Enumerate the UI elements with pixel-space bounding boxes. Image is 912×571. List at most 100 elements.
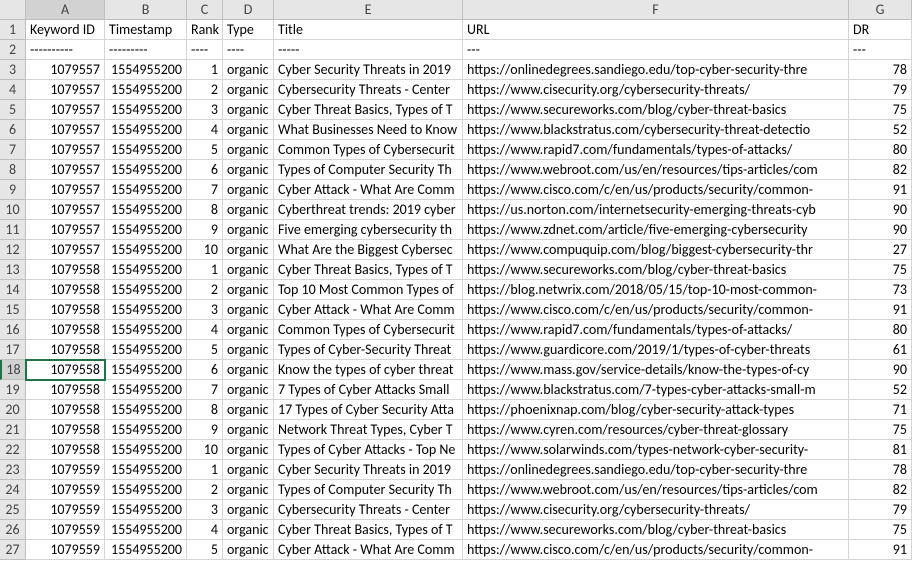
- row-header-20[interactable]: 20: [0, 400, 26, 420]
- cell-E26[interactable]: Cyber Threat Basics, Types of T: [274, 520, 463, 540]
- row-header-23[interactable]: 23: [0, 460, 26, 480]
- cell-C7[interactable]: 5: [187, 140, 223, 160]
- cell-D18[interactable]: organic: [223, 360, 274, 380]
- cell-G2[interactable]: ---: [849, 40, 912, 60]
- cell-F27[interactable]: https://www.cisco.com/c/en/us/products/s…: [463, 540, 849, 560]
- cell-C17[interactable]: 5: [187, 340, 223, 360]
- cell-B17[interactable]: 1554955200: [105, 340, 187, 360]
- cell-D3[interactable]: organic: [223, 60, 274, 80]
- cell-C25[interactable]: 3: [187, 500, 223, 520]
- cell-B9[interactable]: 1554955200: [105, 180, 187, 200]
- cell-G8[interactable]: 82: [849, 160, 912, 180]
- cell-B12[interactable]: 1554955200: [105, 240, 187, 260]
- cell-F14[interactable]: https://blog.netwrix.com/2018/05/15/top-…: [463, 280, 849, 300]
- cell-D23[interactable]: organic: [223, 460, 274, 480]
- col-header-B[interactable]: B: [105, 0, 187, 20]
- cell-A20[interactable]: 1079558: [26, 400, 105, 420]
- row-header-24[interactable]: 24: [0, 480, 26, 500]
- cell-G7[interactable]: 80: [849, 140, 912, 160]
- cell-F23[interactable]: https://onlinedegrees.sandiego.edu/top-c…: [463, 460, 849, 480]
- cell-E7[interactable]: Common Types of Cybersecurit: [274, 140, 463, 160]
- cell-E24[interactable]: Types of Computer Security Th: [274, 480, 463, 500]
- cell-C4[interactable]: 2: [187, 80, 223, 100]
- cell-D8[interactable]: organic: [223, 160, 274, 180]
- cell-A11[interactable]: 1079557: [26, 220, 105, 240]
- cell-D17[interactable]: organic: [223, 340, 274, 360]
- row-header-21[interactable]: 21: [0, 420, 26, 440]
- cell-F10[interactable]: https://us.norton.com/internetsecurity-e…: [463, 200, 849, 220]
- cell-C19[interactable]: 7: [187, 380, 223, 400]
- cell-C15[interactable]: 3: [187, 300, 223, 320]
- cell-E11[interactable]: Five emerging cybersecurity th: [274, 220, 463, 240]
- cell-B24[interactable]: 1554955200: [105, 480, 187, 500]
- col-header-E[interactable]: E: [274, 0, 463, 20]
- cell-D4[interactable]: organic: [223, 80, 274, 100]
- cell-A22[interactable]: 1079558: [26, 440, 105, 460]
- row-header-17[interactable]: 17: [0, 340, 26, 360]
- col-header-C[interactable]: C: [187, 0, 223, 20]
- cell-A3[interactable]: 1079557: [26, 60, 105, 80]
- cell-B2[interactable]: ---------: [105, 40, 187, 60]
- cell-E4[interactable]: Cybersecurity Threats - Center: [274, 80, 463, 100]
- cell-D16[interactable]: organic: [223, 320, 274, 340]
- row-header-13[interactable]: 13: [0, 260, 26, 280]
- cell-A4[interactable]: 1079557: [26, 80, 105, 100]
- cell-A15[interactable]: 1079558: [26, 300, 105, 320]
- cell-E21[interactable]: Network Threat Types, Cyber T: [274, 420, 463, 440]
- cell-C23[interactable]: 1: [187, 460, 223, 480]
- cell-G4[interactable]: 79: [849, 80, 912, 100]
- cell-F25[interactable]: https://www.cisecurity.org/cybersecurity…: [463, 500, 849, 520]
- cell-C1[interactable]: Rank: [187, 20, 223, 40]
- cell-B13[interactable]: 1554955200: [105, 260, 187, 280]
- cell-F2[interactable]: ---: [463, 40, 849, 60]
- cell-A6[interactable]: 1079557: [26, 120, 105, 140]
- cell-F11[interactable]: https://www.zdnet.com/article/five-emerg…: [463, 220, 849, 240]
- cell-B10[interactable]: 1554955200: [105, 200, 187, 220]
- cell-G25[interactable]: 79: [849, 500, 912, 520]
- cell-A26[interactable]: 1079559: [26, 520, 105, 540]
- cell-G1[interactable]: DR: [849, 20, 912, 40]
- row-header-8[interactable]: 8: [0, 160, 26, 180]
- cell-E2[interactable]: -----: [274, 40, 463, 60]
- row-header-19[interactable]: 19: [0, 380, 26, 400]
- cell-F19[interactable]: https://www.blackstratus.com/7-types-cyb…: [463, 380, 849, 400]
- cell-F17[interactable]: https://www.guardicore.com/2019/1/types-…: [463, 340, 849, 360]
- cell-E22[interactable]: Types of Cyber Attacks - Top Ne: [274, 440, 463, 460]
- cell-G20[interactable]: 71: [849, 400, 912, 420]
- cell-G19[interactable]: 52: [849, 380, 912, 400]
- cell-E1[interactable]: Title: [274, 20, 463, 40]
- cell-A9[interactable]: 1079557: [26, 180, 105, 200]
- cell-B14[interactable]: 1554955200: [105, 280, 187, 300]
- col-header-F[interactable]: F: [463, 0, 849, 20]
- cell-G21[interactable]: 75: [849, 420, 912, 440]
- cell-A19[interactable]: 1079558: [26, 380, 105, 400]
- cell-F8[interactable]: https://www.webroot.com/us/en/resources/…: [463, 160, 849, 180]
- cell-C26[interactable]: 4: [187, 520, 223, 540]
- cell-F21[interactable]: https://www.cyren.com/resources/cyber-th…: [463, 420, 849, 440]
- cell-B4[interactable]: 1554955200: [105, 80, 187, 100]
- cell-A1[interactable]: Keyword ID: [26, 20, 105, 40]
- cell-A27[interactable]: 1079559: [26, 540, 105, 560]
- cell-B27[interactable]: 1554955200: [105, 540, 187, 560]
- cell-D12[interactable]: organic: [223, 240, 274, 260]
- row-header-2[interactable]: 2: [0, 40, 26, 60]
- cell-A7[interactable]: 1079557: [26, 140, 105, 160]
- cell-C13[interactable]: 1: [187, 260, 223, 280]
- cell-E13[interactable]: Cyber Threat Basics, Types of T: [274, 260, 463, 280]
- cell-F16[interactable]: https://www.rapid7.com/fundamentals/type…: [463, 320, 849, 340]
- cell-C3[interactable]: 1: [187, 60, 223, 80]
- row-header-15[interactable]: 15: [0, 300, 26, 320]
- cell-F24[interactable]: https://www.webroot.com/us/en/resources/…: [463, 480, 849, 500]
- cell-B5[interactable]: 1554955200: [105, 100, 187, 120]
- cell-G18[interactable]: 90: [849, 360, 912, 380]
- cell-D6[interactable]: organic: [223, 120, 274, 140]
- row-header-27[interactable]: 27: [0, 540, 26, 560]
- cell-C24[interactable]: 2: [187, 480, 223, 500]
- cell-E14[interactable]: Top 10 Most Common Types of: [274, 280, 463, 300]
- cell-A21[interactable]: 1079558: [26, 420, 105, 440]
- cell-B19[interactable]: 1554955200: [105, 380, 187, 400]
- cell-D24[interactable]: organic: [223, 480, 274, 500]
- cell-C2[interactable]: ----: [187, 40, 223, 60]
- cell-F4[interactable]: https://www.cisecurity.org/cybersecurity…: [463, 80, 849, 100]
- cell-G13[interactable]: 75: [849, 260, 912, 280]
